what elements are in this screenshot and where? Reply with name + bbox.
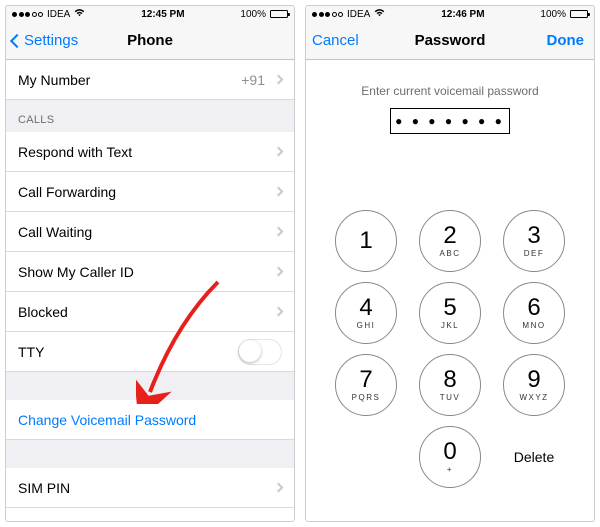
battery-label: 100% — [240, 9, 266, 20]
key-6[interactable]: 6MNO — [503, 282, 565, 344]
password-entry-screen: IDEA 12:46 PM 100% Cancel Password Done … — [305, 5, 595, 522]
cell-label: My Number — [18, 72, 90, 88]
nav-bar: Cancel Password Done — [306, 22, 594, 60]
password-field[interactable]: ● ● ● ● ● ● ● — [390, 108, 510, 134]
key-9[interactable]: 9WXYZ — [503, 354, 565, 416]
cancel-label: Cancel — [312, 32, 359, 49]
back-button[interactable]: Settings — [12, 32, 78, 49]
keypad-spacer — [335, 426, 397, 488]
carrier-label: IDEA — [347, 9, 370, 20]
respond-with-text-cell[interactable]: Respond with Text — [6, 132, 294, 172]
sim-pin-cell[interactable]: SIM PIN — [6, 468, 294, 508]
carrier-label: IDEA — [47, 9, 70, 20]
chevron-right-icon — [274, 483, 284, 493]
call-waiting-cell[interactable]: Call Waiting — [6, 212, 294, 252]
chevron-right-icon — [274, 307, 284, 317]
page-title: Phone — [127, 32, 173, 49]
done-button[interactable]: Done — [547, 32, 585, 49]
chevron-left-icon — [10, 33, 24, 47]
chevron-right-icon — [274, 267, 284, 277]
chevron-right-icon — [274, 227, 284, 237]
cell-label: Call Waiting — [18, 224, 92, 240]
prompt-label: Enter current voicemail password — [361, 84, 538, 98]
clock-label: 12:45 PM — [141, 9, 184, 20]
cell-label: TTY — [18, 344, 44, 360]
keypad: 1 2ABC 3DEF 4GHI 5JKL 6MNO 7PQRS 8TUV 9W… — [306, 210, 594, 488]
signal-icon — [312, 12, 343, 17]
cell-label: Change Voicemail Password — [18, 412, 196, 428]
my-number-cell[interactable]: My Number +91 — [6, 60, 294, 100]
status-bar: IDEA 12:46 PM 100% — [306, 6, 594, 22]
signal-icon — [12, 12, 43, 17]
tty-cell: TTY — [6, 332, 294, 372]
calls-header: CALLS — [6, 100, 294, 132]
sim-applications-cell[interactable]: SIM Applications — [6, 508, 294, 521]
cell-label: SIM Applications — [18, 520, 122, 522]
back-label: Settings — [24, 32, 78, 49]
status-bar: IDEA 12:45 PM 100% — [6, 6, 294, 22]
key-8[interactable]: 8TUV — [419, 354, 481, 416]
delete-button[interactable]: Delete — [503, 426, 565, 488]
cancel-button[interactable]: Cancel — [312, 32, 359, 49]
nav-bar: Settings Phone — [6, 22, 294, 60]
call-forwarding-cell[interactable]: Call Forwarding — [6, 172, 294, 212]
cell-label: SIM PIN — [18, 480, 70, 496]
key-7[interactable]: 7PQRS — [335, 354, 397, 416]
battery-icon — [270, 10, 288, 18]
wifi-icon — [374, 8, 385, 20]
done-label: Done — [547, 32, 585, 49]
change-voicemail-password-cell[interactable]: Change Voicemail Password — [6, 400, 294, 440]
phone-settings-screen: IDEA 12:45 PM 100% Settings Phone My Num… — [5, 5, 295, 522]
chevron-right-icon — [274, 187, 284, 197]
battery-icon — [570, 10, 588, 18]
my-number-value: +91 — [241, 72, 265, 88]
page-title: Password — [415, 32, 486, 49]
cell-label: Respond with Text — [18, 144, 132, 160]
cell-label: Blocked — [18, 304, 68, 320]
chevron-right-icon — [274, 75, 284, 85]
chevron-right-icon — [274, 147, 284, 157]
cell-label: Show My Caller ID — [18, 264, 134, 280]
key-1[interactable]: 1 — [335, 210, 397, 272]
wifi-icon — [74, 8, 85, 20]
password-prompt-area: Enter current voicemail password ● ● ● ●… — [306, 60, 594, 521]
cell-label: Call Forwarding — [18, 184, 116, 200]
show-caller-id-cell[interactable]: Show My Caller ID — [6, 252, 294, 292]
key-3[interactable]: 3DEF — [503, 210, 565, 272]
blocked-cell[interactable]: Blocked — [6, 292, 294, 332]
password-dots: ● ● ● ● ● ● ● — [395, 114, 505, 128]
battery-label: 100% — [540, 9, 566, 20]
key-2[interactable]: 2ABC — [419, 210, 481, 272]
clock-label: 12:46 PM — [441, 9, 484, 20]
settings-list: My Number +91 CALLS Respond with Text Ca… — [6, 60, 294, 521]
key-0[interactable]: 0+ — [419, 426, 481, 488]
key-5[interactable]: 5JKL — [419, 282, 481, 344]
tty-toggle[interactable] — [238, 339, 282, 365]
key-4[interactable]: 4GHI — [335, 282, 397, 344]
